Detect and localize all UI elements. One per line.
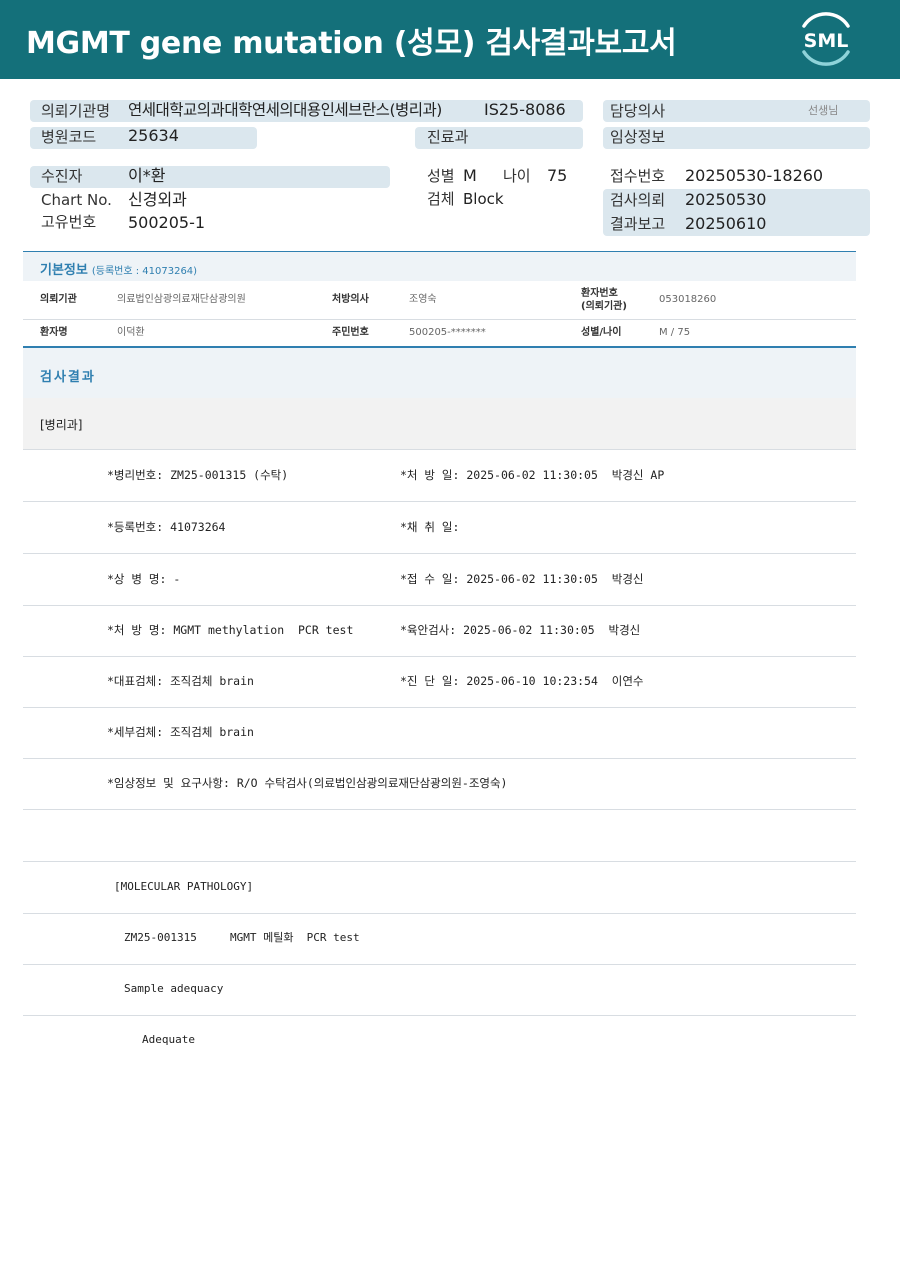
test-request-label: 검사의뢰 [610,191,666,209]
result-row-left: *처 방 명: MGMT methylation PCR test [107,623,354,637]
patient-value: 이*환 [128,166,166,185]
name-value: 이덕환 [117,327,145,338]
registration-note: (등록번호 : 41073264) [91,266,198,277]
result-row: *임상정보 및 요구사항: R/O 수탁검사(의료법인삼광의료재단삼광의원-조영… [23,758,856,810]
molecular-row: ZM25-001315 MGMT 메틸화 PCR test [23,913,856,965]
institution-label: 의뢰기관명 [41,102,111,120]
result-row: *대표검체: 조직검체 brain *진 단 일: 2025-06-10 10:… [23,656,856,708]
result-row-left: *임상정보 및 요구사항: R/O 수탁검사(의료법인삼광의료재단삼광의원-조영… [107,776,508,790]
patient-pill [30,166,390,188]
result-row: *등록번호: 41073264 *채 취 일: [23,502,856,554]
logo-text: SML [804,30,849,52]
sample-id: IS25-8086 [484,100,566,119]
institution-value: 연세대학교의과대학연세의대용인세브란스(병리과) [128,101,442,119]
name-label: 환자명 [40,327,68,338]
prescriber-label: 처방의사 [332,294,369,305]
inst-value: 의료법인삼광의료재단삼광의원 [117,294,246,305]
patient-no-label-1: 환자번호 [581,288,618,299]
result-row-right: *채 취 일: [400,520,460,534]
result-report-label: 결과보고 [610,215,666,233]
unique-no-value: 500205-1 [128,213,206,232]
molecular-line: Sample adequacy [124,982,224,995]
result-row-right: *처 방 일: 2025-06-02 11:30:05 박경신 AP [400,468,665,482]
sex-age-value: M / 75 [659,327,691,338]
unique-no-label: 고유번호 [41,213,97,231]
result-row-left: *등록번호: 41073264 [107,520,226,534]
molecular-line: Adequate [142,1033,195,1046]
result-row-left: *세부검체: 조직검체 brain [107,725,254,739]
chart-no-label: Chart No. [41,191,112,209]
doctor-label: 담당의사 [610,102,666,120]
result-row [23,810,856,862]
specimen-value: Block [463,190,504,208]
age-label: 나이 [503,167,531,185]
molecular-row: [MOLECULAR PATHOLOGY] [23,862,856,914]
report-header: MGMT gene mutation (성모) 검사결과보고서 SML [0,0,900,79]
specimen-label: 검체 [427,190,455,208]
molecular-line: [MOLECULAR PATHOLOGY] [114,880,254,893]
chart-no-value: 신경외과 [128,190,187,209]
basic-info-row-1: 의뢰기관 의료법인삼광의료재단삼광의원 처방의사 조영숙 환자번호 (의뢰기관)… [23,281,856,320]
result-row-left: *상 병 명: - [107,572,181,586]
result-report-value: 20250610 [685,214,767,233]
basic-info-header: 기본정보 (등록번호 : 41073264) [23,251,856,281]
pathology-section-header: [병리과] [23,398,856,450]
basic-info-row-2: 환자명 이덕환 주민번호 500205-******* 성별/나이 M / 75 [23,320,856,346]
hospital-code-value: 25634 [128,126,179,145]
department-label: 진료과 [427,128,469,146]
receipt-no-label: 접수번호 [610,167,666,185]
results-header: 검사결과 [23,346,856,398]
test-request-value: 20250530 [685,190,767,209]
report-title: MGMT gene mutation (성모) 검사결과보고서 [26,26,677,61]
result-row: *처 방 명: MGMT methylation PCR test *육안검사:… [23,605,856,657]
sex-age-label: 성별/나이 [581,327,622,338]
inst-label: 의뢰기관 [40,294,77,305]
doctor-suffix: 선생님 [808,104,839,117]
results-title: 검사결과 [40,370,96,385]
molecular-line: ZM25-001315 MGMT 메틸화 PCR test [124,931,360,944]
sml-logo: SML [802,12,850,66]
prescriber-value: 조영숙 [409,294,437,305]
molecular-row: Adequate [23,1015,856,1067]
receipt-no-value: 20250530-18260 [685,166,824,185]
result-row: *상 병 명: - *접 수 일: 2025-06-02 11:30:05 박경… [23,554,856,606]
result-row-right: *접 수 일: 2025-06-02 11:30:05 박경신 [400,572,644,586]
rrn-label: 주민번호 [332,327,369,338]
result-row: *세부검체: 조직검체 brain [23,707,856,759]
result-row-left: *병리번호: ZM25-001315 (수탁) [107,468,289,482]
result-row-right: *진 단 일: 2025-06-10 10:23:54 이연수 [400,674,644,688]
result-row-right: *육안검사: 2025-06-02 11:30:05 박경신 [400,623,641,637]
sex-value: M [463,166,477,185]
pathology-section-title: [병리과] [40,418,83,432]
molecular-row: Sample adequacy [23,964,856,1016]
patient-no-value: 053018260 [659,294,717,305]
rrn-value: 500205-******* [409,327,486,338]
patient-label: 수진자 [41,167,83,185]
clinical-info-label: 임상정보 [610,128,666,146]
hospital-code-label: 병원코드 [41,128,97,146]
patient-no-label-2: (의뢰기관) [581,301,627,312]
sex-label: 성별 [427,167,455,185]
result-row-left: *대표검체: 조직검체 brain [107,674,254,688]
basic-info-title: 기본정보 (등록번호 : 41073264) [40,263,198,278]
age-value: 75 [547,166,568,185]
result-row: *병리번호: ZM25-001315 (수탁) *처 방 일: 2025-06-… [23,450,856,502]
